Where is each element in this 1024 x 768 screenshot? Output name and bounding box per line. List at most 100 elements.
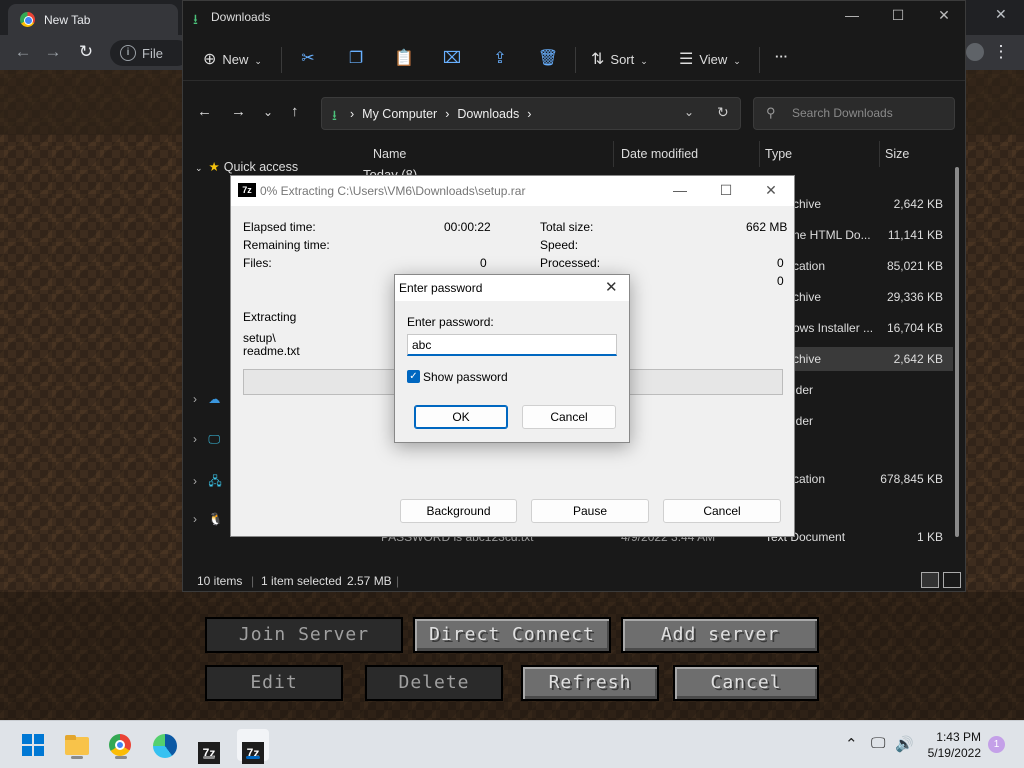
table-row[interactable]: chive 29,336 KB [793, 285, 953, 309]
pause-button[interactable]: Pause [531, 499, 649, 523]
7zip-active-taskbar-icon[interactable]: 7z [237, 729, 269, 764]
back-icon[interactable]: ← [197, 103, 212, 120]
sort-button[interactable]: ⇅ Sort ⌄ [591, 49, 648, 69]
maximize-icon[interactable]: ☐ [875, 7, 921, 24]
recent-locations-icon[interactable]: ⌄ [263, 105, 273, 119]
breadcrumb-my-computer[interactable]: My Computer [362, 107, 437, 121]
column-name[interactable]: Name [373, 147, 406, 161]
chevron-up-icon[interactable]: ⌃ [845, 735, 858, 753]
view-button[interactable]: ☰ View ⌄ [679, 49, 741, 69]
file-explorer-taskbar-icon[interactable] [61, 729, 93, 761]
chrome-taskbar-icon[interactable] [105, 729, 137, 761]
show-password-checkbox[interactable]: ✓ [407, 370, 420, 383]
edit-button[interactable]: Edit [205, 665, 343, 701]
password-dialog: Enter password ✕ Enter password: ✓ Show … [394, 274, 630, 443]
new-button[interactable]: ⊕ New ⌄ [203, 49, 262, 69]
chevron-down-icon[interactable]: ⌄ [684, 105, 694, 119]
paste-icon[interactable]: 📋 [393, 48, 415, 70]
share-icon[interactable]: ⇪ [489, 48, 511, 70]
close-icon[interactable]: ✕ [605, 278, 618, 296]
background-button[interactable]: Background [400, 499, 517, 523]
nav-item-this-pc[interactable]: › 🖵 [193, 432, 233, 456]
password-input[interactable] [407, 334, 617, 356]
chevron-right-icon: › [193, 474, 197, 488]
cancel-password-button[interactable]: Cancel [522, 405, 616, 429]
clock[interactable]: 1:43 PM 5/19/2022 [925, 729, 981, 761]
cancel-extraction-button[interactable]: Cancel [663, 499, 781, 523]
delete-icon[interactable]: 🗑 [537, 48, 559, 70]
compressed-value: 0 [777, 274, 784, 288]
more-options-button[interactable]: ··· [775, 49, 788, 64]
processed-value: 0 [777, 256, 784, 270]
chrome-tab[interactable]: New Tab [8, 4, 178, 35]
close-icon[interactable]: ✕ [756, 182, 786, 199]
start-button[interactable] [17, 729, 49, 761]
edge-taskbar-icon[interactable] [149, 729, 181, 761]
tiles-view-icon[interactable] [943, 572, 961, 588]
minimize-icon[interactable]: — [829, 7, 875, 23]
rename-icon[interactable]: ⌧ [441, 48, 463, 70]
refresh-button[interactable]: Refresh [521, 665, 659, 701]
cut-icon[interactable]: ✂ [297, 48, 319, 70]
chevron-down-icon[interactable]: ⌄ [195, 163, 203, 173]
details-view-icon[interactable] [921, 572, 939, 588]
table-row[interactable]: cation 85,021 KB [793, 254, 953, 278]
table-row[interactable]: ne HTML Do... 11,141 KB [793, 223, 953, 247]
network-icon[interactable]: 🖵 [871, 735, 885, 752]
join-server-button[interactable]: Join Server [205, 617, 403, 653]
column-size[interactable]: Size [885, 147, 909, 161]
column-type[interactable]: Type [765, 147, 792, 161]
add-server-button[interactable]: Add server [621, 617, 819, 653]
explorer-title-bar: ⭳ Downloads — ☐ ✕ [183, 1, 965, 33]
maximize-icon[interactable]: ☐ [711, 182, 741, 199]
table-row[interactable]: lder [793, 378, 953, 402]
row-size: 85,021 KB [886, 259, 943, 273]
table-row[interactable]: chive 2,642 KB [793, 192, 953, 216]
cancel-button[interactable]: Cancel [673, 665, 819, 701]
chrome-menu-icon[interactable]: ⋮ [990, 41, 1012, 63]
search-input[interactable] [792, 106, 942, 120]
address-bar[interactable]: ⭳ › My Computer › Downloads › ⌄ ↻ [321, 97, 741, 130]
refresh-icon[interactable]: ↻ [717, 104, 729, 121]
direct-connect-button[interactable]: Direct Connect [413, 617, 611, 653]
7zip-taskbar-icon[interactable]: 7z [193, 729, 225, 764]
notification-badge[interactable]: 1 [988, 736, 1005, 753]
scrollbar-thumb[interactable] [955, 167, 959, 537]
forward-icon[interactable]: → [231, 103, 246, 120]
chrome-close-icon[interactable]: ✕ [995, 6, 1007, 23]
chrome-tab-title: New Tab [44, 13, 91, 27]
vertical-scrollbar[interactable] [954, 147, 960, 547]
row-size: 2,642 KB [893, 352, 943, 366]
cloud-icon: ☁ [208, 392, 221, 406]
ok-button[interactable]: OK [414, 405, 508, 429]
table-row[interactable]: lder [793, 409, 953, 433]
chrome-reload-icon[interactable]: ↻ [75, 41, 97, 63]
breadcrumb-separator: › [527, 107, 532, 121]
row-type: ne HTML Do... [793, 228, 871, 242]
table-row-selected[interactable]: chive 2,642 KB [793, 347, 953, 371]
breadcrumb-downloads[interactable]: Downloads [457, 107, 519, 121]
show-password-label[interactable]: Show password [423, 370, 508, 384]
copy-icon[interactable]: ❐ [345, 48, 367, 70]
search-box[interactable]: ⚲ [753, 97, 955, 130]
quick-access[interactable]: ⌄ ★ Quick access [195, 159, 298, 174]
up-icon[interactable]: ↑ [291, 103, 299, 120]
close-icon[interactable]: ✕ [921, 7, 967, 24]
delete-button[interactable]: Delete [365, 665, 503, 701]
nav-item-linux[interactable]: › 🐧 [193, 512, 233, 536]
table-row[interactable]: ows Installer ... 16,704 KB [793, 316, 953, 340]
chrome-omnibox[interactable]: i File [110, 40, 190, 66]
nav-item-network[interactable]: › 🖧 [193, 472, 233, 496]
chrome-back-icon[interactable]: ← [12, 41, 34, 63]
chrome-forward-icon[interactable]: → [42, 41, 64, 63]
column-date-modified[interactable]: Date modified [621, 147, 698, 161]
chrome-profile-avatar[interactable] [966, 43, 984, 61]
minimize-icon[interactable]: — [665, 182, 695, 198]
table-row[interactable]: cation 678,845 KB [793, 467, 953, 491]
site-info-icon[interactable]: i [120, 45, 136, 61]
volume-icon[interactable]: 🔊 [895, 735, 914, 753]
chevron-down-icon: ⌄ [254, 56, 262, 66]
clock-time: 1:43 PM [936, 730, 981, 744]
divider [281, 47, 282, 73]
nav-item-onedrive[interactable]: › ☁ [193, 392, 233, 416]
